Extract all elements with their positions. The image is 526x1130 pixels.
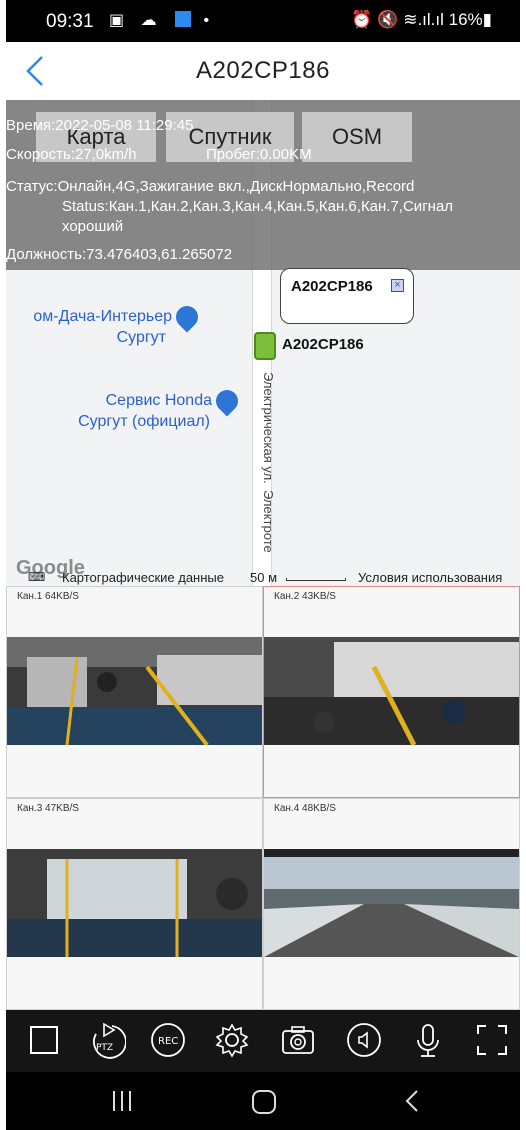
poi-city: Сургут (официал) (78, 413, 210, 430)
video-channel-4[interactable]: Кан.4 48KB/S (263, 798, 520, 1010)
map-scale: 50 м (250, 570, 278, 585)
video-grid: Кан.1 64KB/S Кан.2 43KB/S Кан.3 47KB/S К… (6, 586, 520, 1010)
map-attribution: ⌨ Картографические данные 50 м Условия и… (6, 568, 520, 586)
info-position: Должность:73.476403,61.265072 (6, 246, 233, 263)
shopping-pin-icon (171, 301, 203, 333)
info-status-line3: хороший (62, 218, 124, 235)
rec-icon: REC (151, 1023, 185, 1057)
road-label: Электроте (261, 490, 276, 553)
stop-button[interactable] (24, 1020, 64, 1060)
info-status-line2: Status:Кан.1,Кан.2,Кан.3,Кан.4,Кан.5,Кан… (62, 198, 454, 215)
bus-marker-icon[interactable] (254, 332, 276, 360)
svg-text:PTZ: PTZ (96, 1043, 113, 1053)
system-back-button[interactable] (402, 1088, 422, 1119)
video-frame (264, 849, 519, 957)
video-frame (7, 637, 262, 745)
status-bar: 09:31 ▣ ☁ • ⏰ 🔇 ≋.ıl.ıl 16%▮ (6, 0, 520, 42)
map-terms-link[interactable]: Условия использования (358, 570, 502, 585)
channel-label: Кан.4 48KB/S (274, 803, 336, 814)
video-channel-3[interactable]: Кан.3 47KB/S (6, 798, 263, 1010)
close-icon[interactable]: × (391, 279, 404, 292)
recent-apps-icon (113, 1091, 131, 1111)
page-title: A202CP186 (196, 57, 330, 84)
channel-label: Кан.1 64KB/S (17, 591, 79, 602)
status-time: 09:31 (46, 11, 94, 32)
gear-icon (215, 1023, 249, 1058)
scale-bar (286, 578, 346, 581)
snapshot-button[interactable] (278, 1020, 318, 1060)
ptz-icon: PTZ (93, 1022, 127, 1059)
location-pin-icon (175, 11, 192, 27)
ptz-button[interactable]: PTZ (86, 1020, 127, 1060)
status-right-icons: ⏰ 🔇 ≋.ıl.ıl 16%▮ (351, 10, 492, 29)
video-frame (264, 637, 519, 745)
info-speed: Скорость:27,0km/h (6, 146, 137, 163)
fullscreen-icon (477, 1025, 507, 1055)
recent-apps-button[interactable] (110, 1088, 134, 1119)
svg-text:REC: REC (158, 1036, 178, 1047)
road-label: Электрическая ул. (261, 372, 276, 484)
microphone-button[interactable] (408, 1020, 448, 1060)
tab-osm[interactable]: OSM (302, 112, 412, 162)
poi-name: ом-Дача-Интерьер (33, 308, 172, 326)
vehicle-callout: A202CP186 × (280, 268, 414, 324)
status-dot: • (203, 12, 216, 29)
camera-icon (282, 1026, 314, 1054)
vehicle-label: A202CP186 (282, 336, 364, 353)
callout-title: A202CP186 (291, 278, 373, 295)
settings-button[interactable] (212, 1020, 252, 1060)
status-left-icons: ▣ ☁ • (109, 10, 215, 30)
poi-interior[interactable]: ом-Дача-Интерьер Сургут (6, 301, 203, 347)
microphone-icon (417, 1024, 439, 1057)
sound-button[interactable] (344, 1020, 384, 1060)
shopping-pin-icon (211, 385, 243, 417)
video-toolbar: PTZ REC (6, 1010, 520, 1072)
keyboard-icon: ⌨ (28, 570, 46, 584)
poi-name: Сервис Honda (105, 392, 212, 410)
info-status-line1: Статус:Онлайн,4G,Зажигание вкл.,ДискНорм… (6, 178, 415, 195)
chevron-left-icon (405, 1090, 418, 1112)
speaker-icon (347, 1023, 381, 1057)
map-view[interactable]: Электрическая ул. Электроте Карта Спутни… (6, 100, 520, 586)
channel-label: Кан.2 43KB/S (274, 591, 336, 602)
record-button[interactable]: REC (148, 1020, 188, 1060)
header: A202CP186 (6, 42, 520, 100)
fullscreen-button[interactable] (472, 1020, 512, 1060)
channel-label: Кан.3 47KB/S (17, 803, 79, 814)
poi-city: Сургут (116, 329, 166, 346)
poi-honda[interactable]: Сервис Honda Сургут (официал) (46, 385, 243, 431)
system-nav-bar (6, 1072, 520, 1130)
info-time: Время:2022-05-08 11:29:45 (6, 117, 194, 134)
video-frame (7, 849, 262, 957)
status-left-glyphs: ▣ ☁ (109, 12, 163, 29)
video-channel-1[interactable]: Кан.1 64KB/S (6, 586, 263, 798)
info-mileage: Пробег:0.00KM (206, 146, 312, 163)
video-channel-2[interactable]: Кан.2 43KB/S (263, 586, 520, 798)
home-icon (252, 1090, 276, 1114)
square-icon (30, 1026, 58, 1054)
home-button[interactable] (250, 1088, 278, 1121)
map-data-link[interactable]: Картографические данные (62, 570, 224, 585)
